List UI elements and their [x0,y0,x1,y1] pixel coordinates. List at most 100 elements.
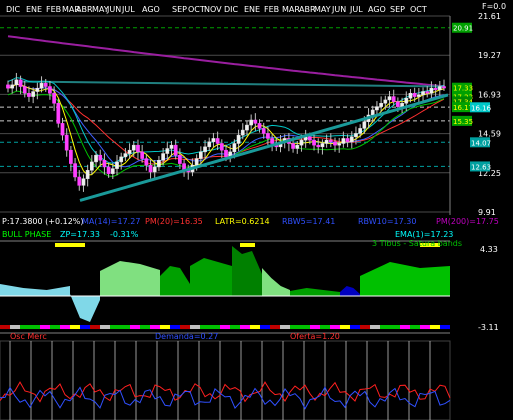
candle-body [437,86,442,91]
candle-body [253,119,258,124]
candle-body [27,92,31,97]
price-tag-label: 15.35 [453,118,473,126]
indicator-label: RBW5=17.41 [282,217,335,226]
candle-body [266,133,270,139]
phase-strip-bottom [440,325,450,329]
candle-body [257,123,262,129]
candle-body [152,166,157,173]
candle-body [291,143,295,149]
phase-strip-bottom [120,325,130,329]
candle-body [261,128,266,134]
candle-body [60,123,65,136]
candle-body [136,144,140,153]
candle-body [52,92,56,104]
phase-strip-bottom [380,325,390,329]
phase-strip-bottom [100,325,110,329]
panel-label: Osc Merc [10,332,47,341]
indicator-label: MA(14)=17.27 [82,217,140,226]
phase-strip-bottom [280,325,290,329]
candle-body [307,136,312,141]
candle-body [161,153,165,161]
candle-body [400,103,404,107]
phase-strip [240,243,255,247]
candle-body [429,87,434,94]
phase-strip-bottom [60,325,70,329]
candle-body [98,154,103,161]
phase-strip-bottom [370,325,380,329]
month-label: OCT [188,5,205,14]
indicator-label: P:17.3800 (+0.12%) [2,217,84,226]
phase-strip-bottom [390,325,400,329]
phase-strip-bottom [230,325,240,329]
phase-strip-bottom [110,325,120,329]
candle-body [249,119,254,126]
phase-strip-bottom [80,325,90,329]
candle-body [391,96,396,102]
candle-body [224,149,228,158]
candle-body [73,163,77,178]
phase-strip-bottom [430,325,440,329]
month-label: MAR [282,5,300,14]
oscillator-bottom-value: -3.11 [478,323,499,332]
candle-body [404,98,409,104]
price-tick-label: 16.93 [478,90,501,99]
candle-body [115,161,119,169]
phase-strip-bottom [400,325,410,329]
candle-body [14,79,19,86]
candle-body [39,82,44,89]
phase-strip-bottom [170,325,180,329]
phase-strip-bottom [130,325,140,329]
phase-strip-bottom [200,325,210,329]
price-tick-label: 14.59 [478,130,501,139]
indicator-label: ZP=17.33 [60,230,100,239]
month-label: JUN [331,5,346,14]
candle-body [232,143,237,153]
month-label: OCT [410,5,427,14]
candle-body [18,79,23,87]
trading-chart: DIC ENE FEB MARABR MAYJUN JUL AGO SEP OCT NOV DIC E… [0,0,513,420]
month-label: MAY [314,5,331,14]
price-tick-label: 21.61 [478,12,501,21]
phase-strip-bottom [330,325,340,329]
candle-body [345,138,350,143]
candle-body [127,149,132,154]
phase-strip-bottom [410,325,420,329]
month-label: NOV [204,5,222,14]
candle-body [316,144,321,148]
candle-body [106,166,111,174]
candle-body [43,82,48,87]
candle-body [194,158,199,166]
candle-body [140,151,145,159]
phase-strip [0,243,55,247]
candle-body [144,158,149,166]
candle-body [131,144,136,151]
candle-body [102,159,107,168]
indicator-label: -0.31% [110,230,139,239]
candle-body [31,91,36,97]
phase-strip-bottom [160,325,170,329]
month-label: ABR [76,5,93,14]
candle-body [173,144,178,156]
month-label: ENE [26,5,42,14]
candle-body [219,143,224,151]
month-label: FEB [46,5,61,14]
panel-label: Oferta=1.20 [290,332,340,341]
candle-body [375,106,379,111]
price-tick-label: 9.91 [478,208,496,217]
candle-body [6,84,10,89]
oscillator-top-value: 4.33 [480,245,498,254]
month-label: JUL [121,5,135,14]
candle-body [119,156,124,163]
candle-body [169,144,174,149]
candle-body [416,94,421,97]
candle-body [56,103,61,124]
phase-strip-bottom [50,325,60,329]
month-label: AGO [368,5,386,14]
phase-strip-bottom [20,325,30,329]
phase-strip-bottom [270,325,280,329]
phase-strip-bottom [180,325,190,329]
candle-body [69,149,73,164]
candle-body [198,151,203,159]
phase-strip-bottom [220,325,230,329]
candle-body [85,170,90,179]
